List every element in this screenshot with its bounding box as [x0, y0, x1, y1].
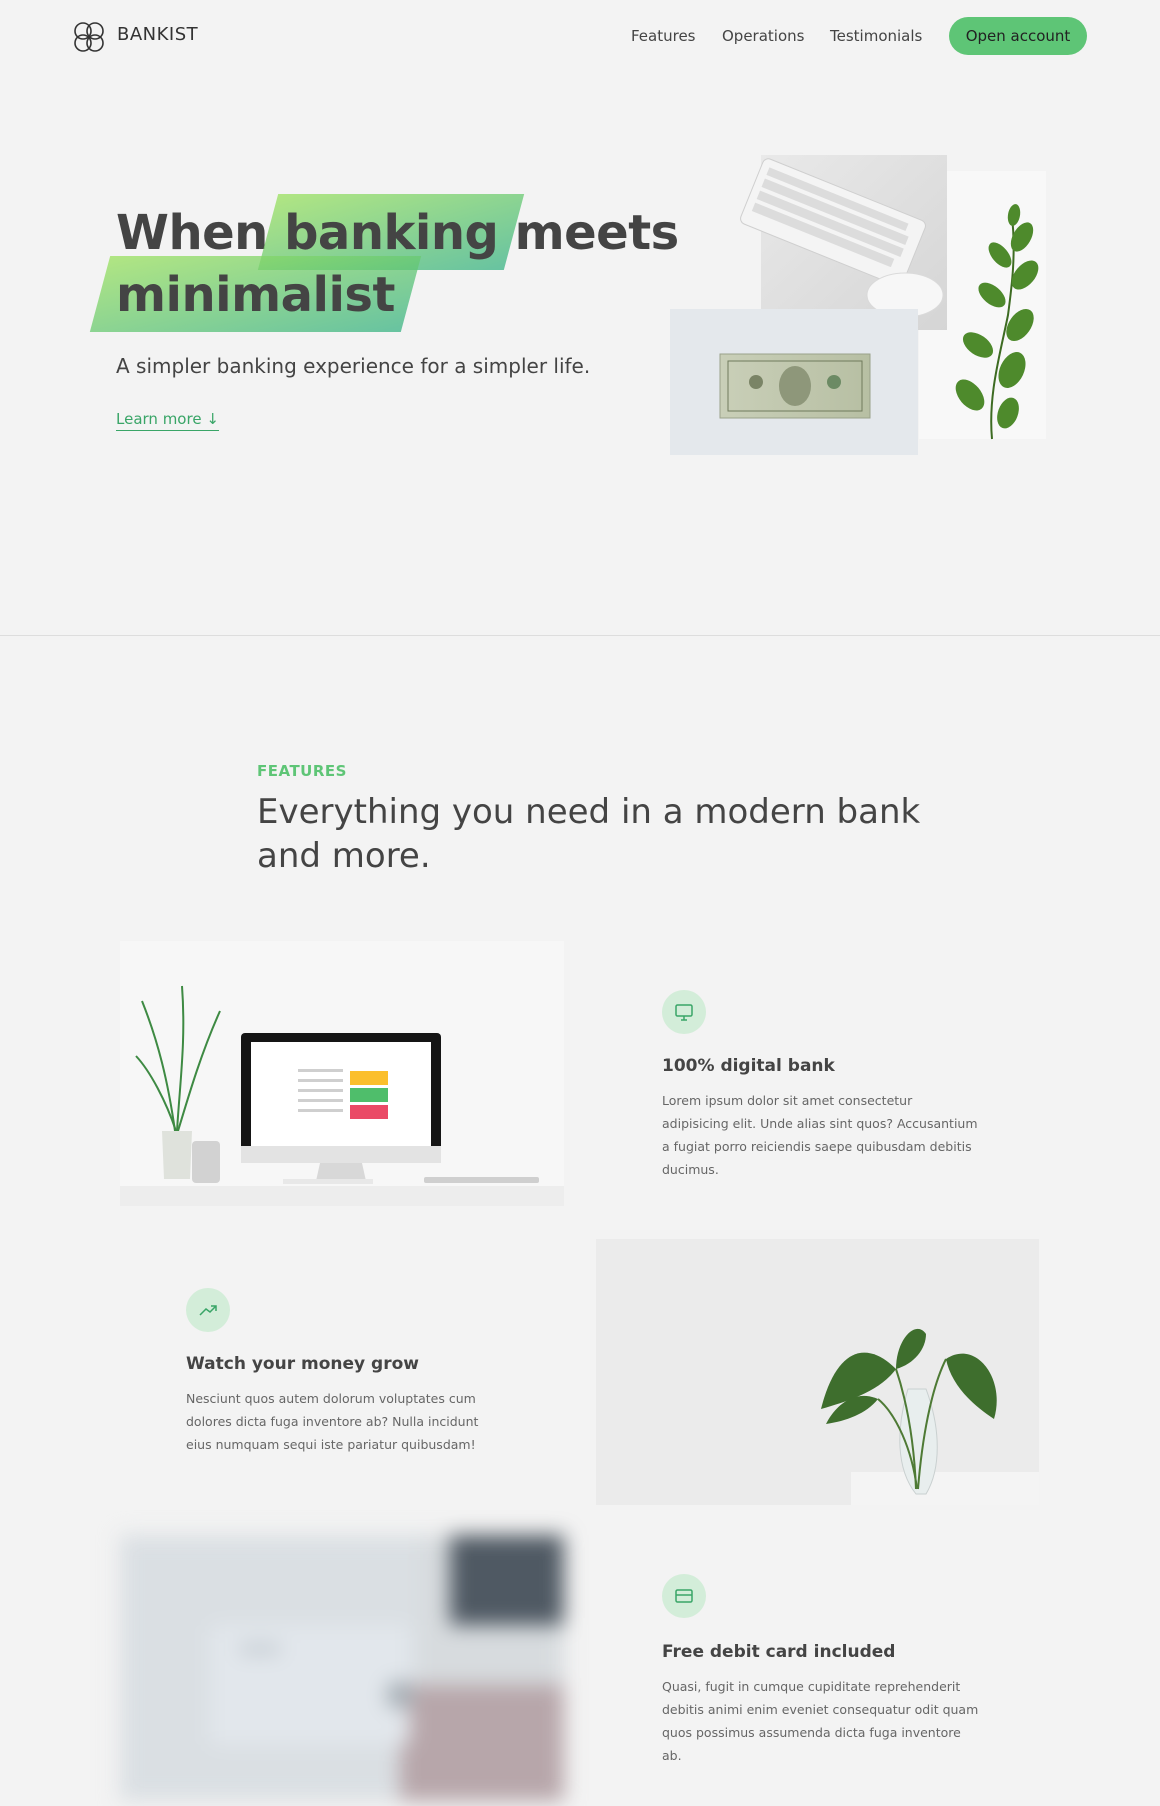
hero-illustration: [670, 155, 1046, 455]
feature-image-grow: [596, 1239, 1039, 1505]
credit-card-icon: [662, 1574, 706, 1618]
brand-name: BANKIST: [117, 24, 199, 45]
nav-link-operations[interactable]: Operations: [722, 27, 804, 45]
navbar: BANKIST Features Operations Testimonials…: [0, 0, 1160, 72]
hero-title: When banking meets minimalist: [116, 202, 679, 326]
feature-text-card: Quasi, fugit in cumque cupiditate repreh…: [662, 1679, 979, 1763]
hero-title-highlight: minimalist: [116, 264, 395, 326]
trending-up-icon: [186, 1288, 230, 1332]
nav-link-testimonials[interactable]: Testimonials: [830, 27, 922, 45]
feature-text-digital: Lorem ipsum dolor sit amet consectetur a…: [662, 1093, 978, 1177]
feature-title-grow: Watch your money grow: [186, 1354, 419, 1374]
hero-title-highlight: banking: [284, 202, 499, 264]
section-label: FEATURES: [257, 762, 347, 780]
feature-title-card: Free debit card included: [662, 1642, 896, 1662]
section-divider: [0, 635, 1160, 636]
learn-more-link[interactable]: Learn more ↓: [116, 410, 219, 431]
hero-title-word: meets: [514, 205, 680, 261]
section-title: Everything you need in a modern bank and…: [257, 792, 921, 876]
feature-image-digital: [120, 941, 564, 1206]
feature-image-card: [120, 1535, 564, 1801]
hero-subtitle: A simpler banking experience for a simpl…: [116, 354, 591, 378]
hero-title-word: When: [116, 205, 268, 261]
monitor-icon: [662, 990, 706, 1034]
nav-link-features[interactable]: Features: [631, 27, 696, 45]
feature-text-grow: Nesciunt quos autem dolorum voluptates c…: [186, 1391, 479, 1452]
open-account-button[interactable]: Open account: [949, 17, 1087, 55]
bankist-logo-icon[interactable]: [70, 18, 108, 56]
feature-title-digital: 100% digital bank: [662, 1056, 835, 1076]
